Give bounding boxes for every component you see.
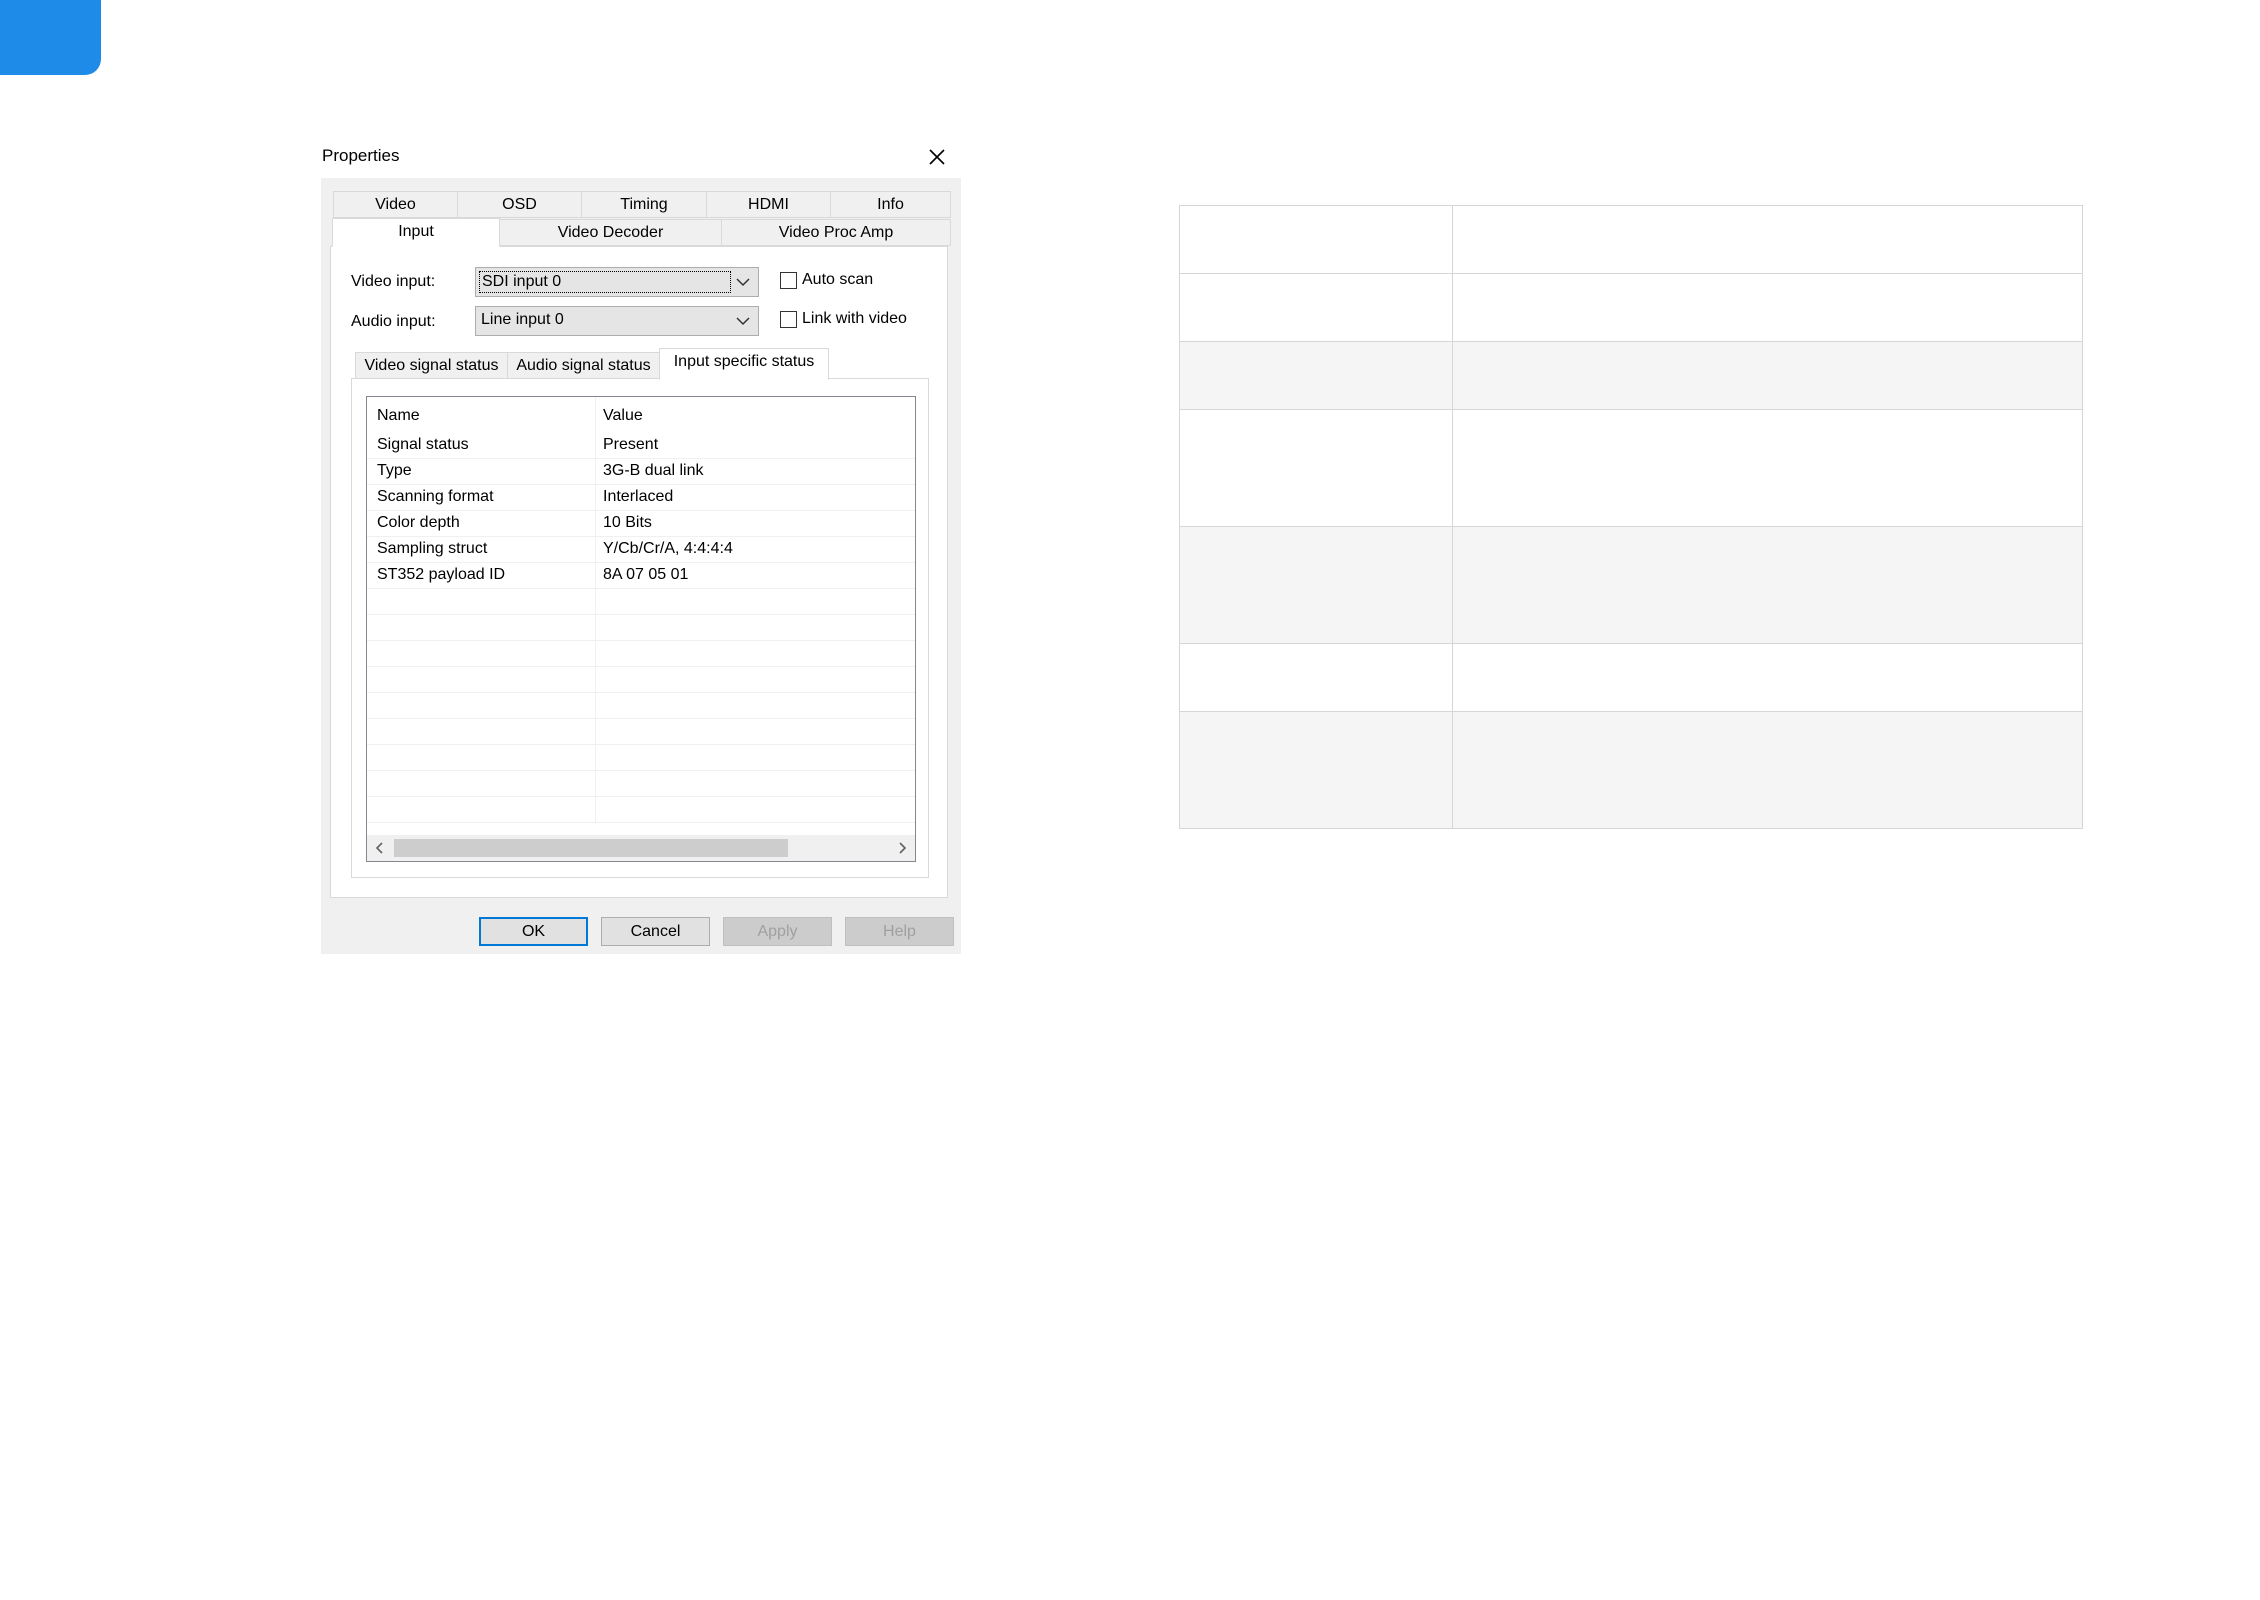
table-row[interactable]: Type 3G-B dual link <box>367 459 915 485</box>
column-name-header[interactable]: Name <box>377 407 420 425</box>
tab-osd[interactable]: OSD <box>457 191 582 218</box>
row-name: ST352 payload ID <box>377 566 506 583</box>
empty-row <box>367 615 915 641</box>
table-row <box>1179 273 2083 342</box>
table-row <box>1179 711 2083 829</box>
row-value: Present <box>603 436 659 453</box>
row-value: 3G-B dual link <box>603 462 704 479</box>
audio-input-label: Audio input: <box>351 313 436 330</box>
tab-input[interactable]: Input <box>332 218 500 247</box>
help-button[interactable]: Help <box>845 917 954 946</box>
row-name: Color depth <box>377 514 460 531</box>
row-name: Sampling struct <box>377 540 488 557</box>
status-list[interactable]: Name Value Signal status Present Type 3G… <box>366 396 916 862</box>
table-row[interactable]: ST352 payload ID 8A 07 05 01 <box>367 563 915 589</box>
row-name: Signal status <box>377 436 469 453</box>
empty-reference-table <box>1179 205 2083 829</box>
empty-row <box>367 589 915 615</box>
subtab-audio-signal-status[interactable]: Audio signal status <box>507 352 660 380</box>
table-row[interactable]: Scanning format Interlaced <box>367 485 915 511</box>
list-header: Name Value <box>367 397 915 427</box>
empty-row <box>367 745 915 771</box>
ok-button[interactable]: OK <box>479 917 588 946</box>
audio-input-select[interactable]: Line input 0 <box>475 306 759 336</box>
column-value-header[interactable]: Value <box>603 407 643 425</box>
link-with-video-checkbox[interactable] <box>780 311 797 328</box>
table-row <box>1179 526 2083 644</box>
chevron-left-icon[interactable] <box>373 841 387 855</box>
row-value: Interlaced <box>603 488 674 505</box>
tab-info[interactable]: Info <box>830 191 951 218</box>
empty-row <box>367 641 915 667</box>
chevron-right-icon[interactable] <box>895 841 909 855</box>
row-value: 8A 07 05 01 <box>603 566 689 583</box>
horizontal-scrollbar[interactable] <box>367 835 915 861</box>
auto-scan-checkbox[interactable] <box>780 272 797 289</box>
tab-video-proc-amp[interactable]: Video Proc Amp <box>721 219 951 246</box>
row-name: Scanning format <box>377 488 494 505</box>
link-with-video-label: Link with video <box>802 310 907 327</box>
scrollbar-thumb[interactable] <box>394 839 788 857</box>
empty-row <box>367 797 915 823</box>
empty-row <box>367 693 915 719</box>
corner-accent-tab <box>0 0 101 75</box>
video-input-select[interactable]: SDI input 0 <box>475 267 759 297</box>
video-input-value: SDI input 0 <box>479 271 731 293</box>
chevron-down-icon <box>736 317 750 326</box>
tab-video[interactable]: Video <box>333 191 458 218</box>
table-row <box>1179 205 2083 274</box>
cancel-button[interactable]: Cancel <box>601 917 710 946</box>
tab-video-decoder[interactable]: Video Decoder <box>499 219 722 246</box>
table-row <box>1179 409 2083 527</box>
video-input-label: Video input: <box>351 273 436 290</box>
table-row[interactable]: Color depth 10 Bits <box>367 511 915 537</box>
empty-row <box>367 667 915 693</box>
table-row <box>1179 341 2083 410</box>
row-value: 10 Bits <box>603 514 652 531</box>
audio-input-value: Line input 0 <box>481 311 564 328</box>
row-name: Type <box>377 462 412 479</box>
table-row <box>1179 643 2083 712</box>
empty-row <box>367 719 915 745</box>
subtab-video-signal-status[interactable]: Video signal status <box>355 352 508 380</box>
row-value: Y/Cb/Cr/A, 4:4:4:4 <box>603 540 733 557</box>
table-row[interactable]: Sampling struct Y/Cb/Cr/A, 4:4:4:4 <box>367 537 915 563</box>
chevron-down-icon <box>736 278 750 287</box>
empty-row <box>367 771 915 797</box>
subtab-input-specific-status[interactable]: Input specific status <box>659 348 829 380</box>
tab-timing[interactable]: Timing <box>581 191 707 218</box>
dialog-title: Properties <box>322 146 400 165</box>
tab-hdmi[interactable]: HDMI <box>706 191 831 218</box>
auto-scan-label: Auto scan <box>802 271 874 288</box>
close-icon[interactable] <box>924 144 950 170</box>
apply-button[interactable]: Apply <box>723 917 832 946</box>
table-row[interactable]: Signal status Present <box>367 433 915 459</box>
